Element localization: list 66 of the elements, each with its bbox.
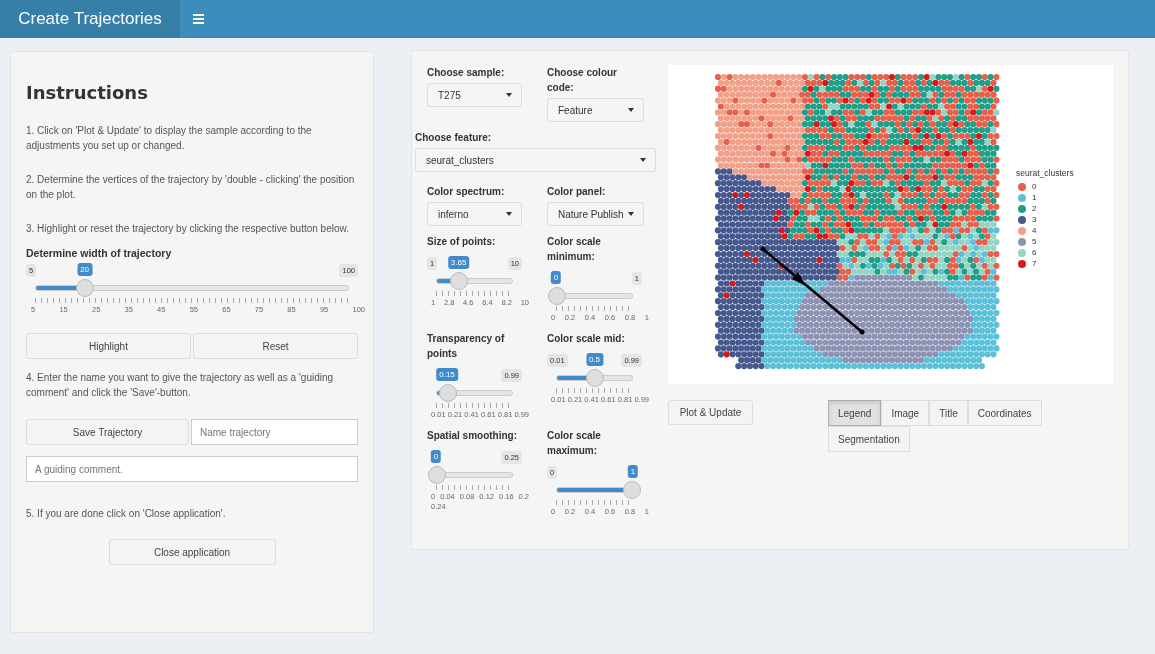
plot-update-button[interactable]: Plot & Update — [668, 400, 753, 425]
slider-thumb[interactable] — [548, 287, 566, 305]
select-dropdown[interactable]: inferno — [427, 202, 522, 226]
close-button[interactable]: Close application — [108, 539, 276, 565]
legend-label: 2 — [1032, 204, 1037, 213]
control-label: Color scale maximum: — [547, 429, 602, 458]
name-field[interactable]: Name trajectory — [191, 419, 358, 445]
select-dropdown[interactable]: seurat_clusters — [415, 148, 656, 172]
instructions-title: Instructions — [26, 82, 149, 103]
save-button[interactable]: Save Trajectory — [26, 419, 189, 445]
slider-thumb[interactable] — [623, 481, 641, 499]
caret-icon — [640, 158, 646, 162]
spatial-plot[interactable]: seurat_clusters 0 1 2 3 4 5 6 7 — [668, 65, 1113, 384]
slider-thumb[interactable] — [438, 384, 457, 402]
legend-label: 7 — [1032, 259, 1037, 268]
slider-value: 3.65 — [447, 256, 470, 269]
comment-field[interactable]: A guiding comment. — [26, 456, 358, 482]
control-label: Color scale mid: — [547, 332, 626, 346]
slider-thumb[interactable] — [450, 272, 469, 290]
slider-value: 0 — [550, 271, 562, 284]
slider-value: 0.5 — [585, 353, 604, 366]
legend-label: 1 — [1032, 193, 1037, 202]
instruction-text: 1. Click on 'Plot & Update' to display the sample according to the adjustments you set up or changed. — [26, 124, 313, 153]
control-label: Transparency of points — [427, 332, 506, 361]
control-label: Choose sample: — [427, 66, 506, 80]
select-dropdown[interactable]: Feature — [547, 98, 644, 122]
instruction-text: 2. Determine the vertices of the trajectory by 'double - clicking' the position on the plot. — [26, 173, 356, 202]
instruction-text: 4. Enter the name you want to give the trajectory as well as a 'guiding comment' and click the 'Save'-button. — [26, 371, 335, 400]
toggle-button[interactable]: Coordinates — [967, 400, 1042, 426]
highlight-button[interactable]: Highlight — [26, 333, 191, 359]
toggle-button[interactable]: Image — [881, 400, 930, 426]
caret-icon — [628, 212, 634, 216]
control-label: Choose feature: — [415, 131, 493, 145]
legend-label: 4 — [1032, 226, 1037, 235]
caret-icon — [506, 93, 512, 97]
slider-thumb[interactable] — [76, 279, 95, 297]
control-label: Size of points: — [427, 235, 497, 249]
slider-label: Determine width of trajectory — [26, 247, 173, 259]
control-label: Color panel: — [547, 185, 607, 199]
slider-thumb[interactable] — [585, 369, 604, 387]
toggle-button[interactable]: Segmentation — [828, 426, 910, 452]
legend-label: 5 — [1032, 237, 1037, 246]
slider-value: 1 — [627, 465, 639, 478]
app-title: Create Trajectories — [0, 0, 180, 38]
toggle-button[interactable]: Legend — [828, 400, 882, 426]
select-dropdown[interactable]: T275 — [427, 83, 522, 107]
instruction-text: 5. If you are done click on 'Close application'. — [26, 507, 227, 521]
menu-icon[interactable] — [193, 14, 204, 24]
select-dropdown[interactable]: Nature Publish — [547, 202, 644, 226]
control-label: Color spectrum: — [427, 185, 506, 199]
slider-value: 0 — [430, 450, 442, 463]
caret-icon — [628, 108, 634, 112]
legend-label: 0 — [1032, 182, 1037, 191]
slider-value: 20 — [77, 263, 93, 276]
legend-label: 6 — [1032, 248, 1037, 257]
slider-thumb[interactable] — [428, 466, 446, 484]
reset-button[interactable]: Reset — [193, 333, 358, 359]
control-label: Choose colour code: — [547, 66, 618, 95]
instruction-text: 3. Highlight or reset the trajectory by clicking the respective button below. — [26, 222, 350, 236]
legend-title: seurat_clusters — [1016, 168, 1074, 178]
caret-icon — [506, 212, 512, 216]
control-label: Color scale minimum: — [547, 235, 602, 264]
control-label: Spatial smoothing: — [427, 429, 518, 443]
toggle-button[interactable]: Title — [929, 400, 968, 426]
legend-label: 3 — [1032, 215, 1037, 224]
slider-value: 0.15 — [436, 368, 458, 381]
